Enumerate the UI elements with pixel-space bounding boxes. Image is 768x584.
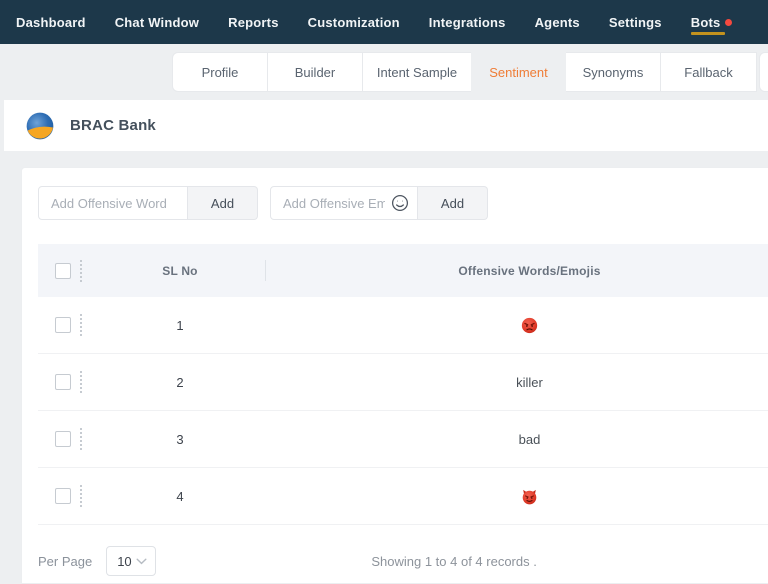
- select-all-checkbox[interactable]: [55, 262, 71, 279]
- tab-sentiment[interactable]: Sentiment: [471, 52, 566, 92]
- brand-band: BRAC Bank: [4, 100, 768, 151]
- nav-item-label: Agents: [534, 14, 580, 30]
- nav-item-label: Settings: [608, 14, 662, 30]
- tab-synonyms[interactable]: Synonyms: [565, 52, 661, 92]
- tab-label: Intent Sample: [376, 64, 458, 80]
- sl-no-cell: 3: [176, 431, 184, 447]
- column-divider: [265, 260, 266, 281]
- drag-handle-icon[interactable]: [80, 371, 82, 393]
- nav-item-label: Dashboard: [16, 14, 86, 30]
- nav-item-label: Customization: [307, 14, 400, 30]
- sl-no-cell: 2: [176, 374, 184, 390]
- table-row: 2 killer: [38, 354, 768, 411]
- smiley-emoji-picker-icon[interactable]: [391, 194, 409, 212]
- per-page-select[interactable]: 10: [106, 546, 157, 576]
- nav-item-settings[interactable]: Settings: [609, 0, 662, 44]
- table-row: 3 bad: [38, 411, 768, 468]
- offensive-value-cell: bad: [518, 431, 541, 447]
- per-page-value: 10: [117, 553, 132, 569]
- tab-fallback[interactable]: Fallback: [660, 52, 757, 92]
- row-checkbox[interactable]: [55, 488, 71, 504]
- bot-name: BRAC Bank: [70, 117, 156, 134]
- offensive-emoji-field: [270, 186, 418, 220]
- angry-face-with-horns-emoji: [522, 489, 537, 504]
- row-checkbox[interactable]: [55, 374, 71, 390]
- pagination-footer: Per Page 10 Showing 1 to 4 of 4 records …: [38, 546, 768, 576]
- nav-item-integrations[interactable]: Integrations: [429, 0, 506, 44]
- nav-item-label: Bots: [690, 14, 721, 30]
- drag-handle-icon[interactable]: [80, 259, 82, 282]
- table-row: 1: [38, 297, 768, 354]
- sentiment-panel: Add Add SL No Offensive Words/Emoji: [21, 167, 768, 584]
- sl-no-cell: 4: [176, 488, 184, 504]
- nav-item-label: Integrations: [428, 14, 506, 30]
- tab-profile[interactable]: Profile: [172, 52, 268, 92]
- per-page-label: Per Page: [38, 553, 93, 569]
- notification-dot-icon: [725, 18, 733, 26]
- sl-no-cell: 1: [176, 317, 184, 333]
- drag-handle-icon[interactable]: [80, 428, 82, 450]
- offensive-words-table: SL No Offensive Words/Emojis 1 2 killer …: [38, 244, 768, 525]
- nav-item-label: Chat Window: [114, 14, 200, 30]
- row-checkbox[interactable]: [55, 431, 71, 447]
- bot-tabs: Profile Builder Intent Sample Sentiment …: [172, 52, 768, 92]
- tab-label: Builder: [294, 64, 336, 80]
- records-summary: Showing 1 to 4 of 4 records .: [371, 553, 537, 569]
- tab-partial-clipped[interactable]: [759, 52, 768, 92]
- brac-bank-logo-icon: [26, 112, 54, 139]
- nav-item-label: Reports: [228, 14, 279, 30]
- offensive-value-cell: killer: [516, 374, 543, 390]
- offensive-value-cell: [265, 487, 768, 504]
- tab-label: Sentiment: [489, 64, 548, 80]
- add-word-button[interactable]: Add: [188, 186, 258, 220]
- table-header-row: SL No Offensive Words/Emojis: [38, 244, 768, 297]
- tab-label: Fallback: [684, 64, 733, 80]
- tab-builder[interactable]: Builder: [267, 52, 363, 92]
- tab-intent-sample[interactable]: Intent Sample: [362, 52, 472, 92]
- chevron-down-icon: [136, 558, 147, 565]
- tab-label: Synonyms: [582, 64, 644, 80]
- top-navbar: Dashboard Chat Window Reports Customizat…: [0, 0, 768, 44]
- drag-handle-icon[interactable]: [80, 485, 82, 507]
- nav-item-dashboard[interactable]: Dashboard: [16, 0, 86, 44]
- add-emoji-button[interactable]: Add: [418, 186, 488, 220]
- offensive-word-input[interactable]: [38, 186, 188, 220]
- tab-label: Profile: [201, 64, 239, 80]
- nav-item-reports[interactable]: Reports: [228, 0, 279, 44]
- pouting-face-emoji: [521, 317, 538, 333]
- add-offensive-forms: Add Add: [38, 186, 488, 220]
- nav-item-agents[interactable]: Agents: [535, 0, 580, 44]
- row-checkbox[interactable]: [55, 317, 71, 333]
- table-row: 4: [38, 468, 768, 525]
- column-header-sl-no: SL No: [162, 263, 198, 278]
- column-header-offensive: Offensive Words/Emojis: [458, 263, 601, 278]
- drag-handle-icon[interactable]: [80, 314, 82, 336]
- offensive-value-cell: [265, 316, 768, 333]
- nav-item-chat-window[interactable]: Chat Window: [115, 0, 199, 44]
- nav-item-customization[interactable]: Customization: [308, 0, 400, 44]
- nav-item-bots[interactable]: Bots: [690, 0, 733, 44]
